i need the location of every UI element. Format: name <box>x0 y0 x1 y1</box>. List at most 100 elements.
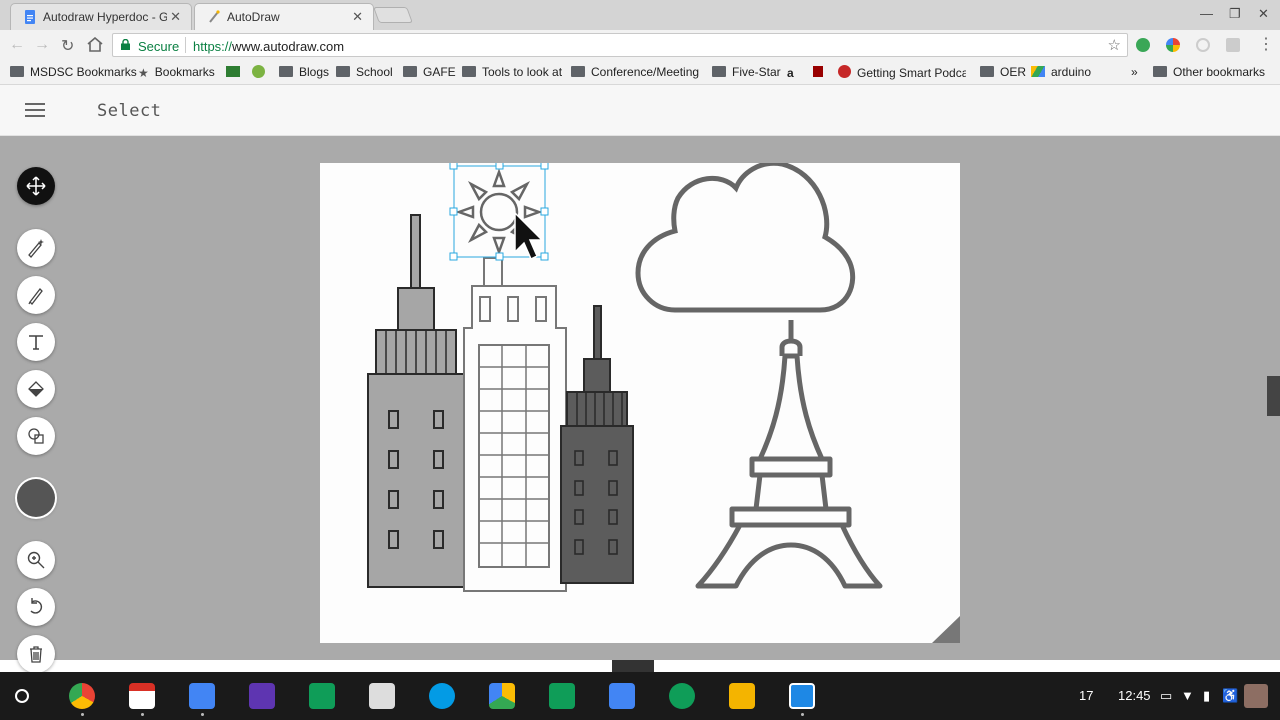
mode-title: Select <box>97 101 162 121</box>
close-tab-icon[interactable]: ✕ <box>170 9 181 25</box>
chrome-app-icon[interactable] <box>69 683 95 709</box>
files-app-icon[interactable] <box>429 683 455 709</box>
bookmark-conference[interactable]: Conference/Meeting I <box>571 65 699 79</box>
middle-skyscraper-drawing[interactable] <box>463 257 567 592</box>
bookmark-label: Conference/Meeting I <box>591 65 699 79</box>
bookmark-school[interactable]: School <box>336 65 393 79</box>
resize-handle[interactable] <box>495 161 504 170</box>
np-icon <box>226 66 240 77</box>
running-indicator <box>801 713 804 716</box>
bookmark-arduino[interactable]: arduino <box>1031 65 1091 79</box>
code-app-icon[interactable] <box>789 683 815 709</box>
extension-grammarly-icon[interactable] <box>1136 38 1150 52</box>
extension-circle-icon[interactable] <box>1196 38 1210 52</box>
autodraw-sparkle-icon <box>28 239 44 258</box>
cloud-drawing[interactable] <box>635 160 856 313</box>
eiffel-tower-drawing[interactable] <box>695 320 883 589</box>
launcher-icon[interactable] <box>15 689 29 703</box>
back-icon[interactable]: ← <box>9 36 25 54</box>
resize-handle[interactable] <box>540 252 549 261</box>
g-app-icon[interactable] <box>249 683 275 709</box>
maximize-icon[interactable]: ❐ <box>1229 6 1241 22</box>
right-skyscraper-drawing[interactable] <box>560 305 634 584</box>
bookmark-star-icon[interactable]: ☆ <box>1108 36 1121 54</box>
color-picker-button[interactable] <box>17 479 55 517</box>
shapes-icon <box>28 428 44 444</box>
folder-icon <box>462 66 476 77</box>
store-app-icon[interactable] <box>369 683 395 709</box>
user-avatar[interactable] <box>1244 684 1268 708</box>
canvas-resize-corner[interactable] <box>932 616 960 643</box>
accessibility-icon[interactable]: ♿ <box>1222 688 1238 704</box>
hangouts-app-icon[interactable] <box>669 683 695 709</box>
minimize-icon[interactable]: — <box>1200 6 1213 21</box>
resize-handle[interactable] <box>495 252 504 261</box>
bookmark-five-star[interactable]: Five-Star <box>712 65 781 79</box>
drive-app-icon[interactable] <box>489 683 515 709</box>
move-tool-button[interactable] <box>17 167 55 205</box>
fill-tool-button[interactable] <box>17 370 55 408</box>
omnibox[interactable]: Secure https://www.autodraw.com ☆ <box>112 33 1128 57</box>
delete-button[interactable] <box>17 635 55 673</box>
hamburger-menu-icon[interactable] <box>25 102 45 118</box>
resize-handle[interactable] <box>540 207 549 216</box>
gmail-app-icon[interactable] <box>129 683 155 709</box>
tab-autodraw[interactable]: AutoDraw ✕ <box>194 3 374 30</box>
undo-button[interactable] <box>17 588 55 626</box>
battery-icon[interactable]: ▮ <box>1203 688 1210 704</box>
bookmark-oer[interactable]: OER <box>980 65 1026 79</box>
chrome-menu-icon[interactable]: ⋮ <box>1258 34 1274 54</box>
extension-chrome-icon[interactable] <box>1166 38 1180 52</box>
os-shelf: 17 12:45 ▭ ▼ ▮ ♿ <box>0 672 1280 720</box>
bookmark-tools[interactable]: Tools to look at <box>462 65 562 79</box>
vertical-scrollbar-thumb[interactable] <box>1267 376 1280 416</box>
bookmark-getting-smart[interactable]: Getting Smart Podca <box>838 65 966 80</box>
bookmark-bookmarks[interactable]: ★ Bookmarks <box>138 65 215 80</box>
draw-tool-button[interactable] <box>17 276 55 314</box>
keep-app-icon[interactable] <box>729 683 755 709</box>
shape-tool-button[interactable] <box>17 417 55 455</box>
bookmark-gafe[interactable]: GAFE <box>403 65 456 79</box>
url-scheme: https:// <box>193 39 233 54</box>
resize-handle[interactable] <box>449 161 458 170</box>
extension-code-icon[interactable] <box>1226 38 1240 52</box>
forward-icon[interactable]: → <box>34 36 50 54</box>
zoom-tool-button[interactable] <box>17 541 55 579</box>
bookmark-blogs[interactable]: Blogs <box>279 65 329 79</box>
classroom-app-icon[interactable] <box>549 683 575 709</box>
close-window-icon[interactable]: ✕ <box>1258 6 1269 22</box>
drawing-canvas[interactable] <box>320 139 960 643</box>
resize-handle[interactable] <box>449 252 458 261</box>
screen-icon[interactable]: ▭ <box>1160 688 1172 704</box>
bookmark-np[interactable] <box>226 65 246 79</box>
bookmark-iu[interactable] <box>813 65 829 79</box>
sheets-cast-app-icon[interactable] <box>309 683 335 709</box>
bookmark-other[interactable]: Other bookmarks <box>1153 65 1265 79</box>
notification-count[interactable]: 17 <box>1079 688 1093 703</box>
docs-app-icon[interactable] <box>189 683 215 709</box>
autodraw-tool-button[interactable] <box>17 229 55 267</box>
bookmark-label: Tools to look at <box>482 65 563 79</box>
left-skyscraper-drawing[interactable] <box>367 214 465 588</box>
url-text[interactable]: https://www.autodraw.com <box>193 39 344 54</box>
bookmark-msdsc[interactable]: MSDSC Bookmarks <box>10 65 137 79</box>
tab-autodraw-hyperdoc[interactable]: Autodraw Hyperdoc - Go ✕ <box>10 3 192 30</box>
bookmark-amazon[interactable]: a <box>787 65 800 80</box>
selection-frame[interactable] <box>449 139 549 261</box>
drawing-svg[interactable] <box>320 139 960 643</box>
star-icon: ★ <box>138 66 149 80</box>
calendar-app-icon[interactable] <box>609 683 635 709</box>
wifi-icon[interactable]: ▼ <box>1181 688 1194 703</box>
new-tab-button[interactable] <box>373 7 413 23</box>
resize-handle[interactable] <box>540 161 549 170</box>
close-tab-icon[interactable]: ✕ <box>352 9 363 25</box>
bookmarks-bar: MSDSC Bookmarks ★ Bookmarks Blogs School … <box>0 60 1280 85</box>
resize-handle[interactable] <box>449 207 458 216</box>
bookmark-s[interactable] <box>252 65 271 80</box>
bookmarks-overflow-button[interactable]: » <box>1131 65 1138 79</box>
clock[interactable]: 12:45 <box>1118 688 1151 703</box>
type-tool-button[interactable] <box>17 323 55 361</box>
bookmark-label: Other bookmarks <box>1173 65 1266 79</box>
home-icon[interactable] <box>87 37 103 52</box>
reload-icon[interactable]: ↻ <box>61 36 74 56</box>
